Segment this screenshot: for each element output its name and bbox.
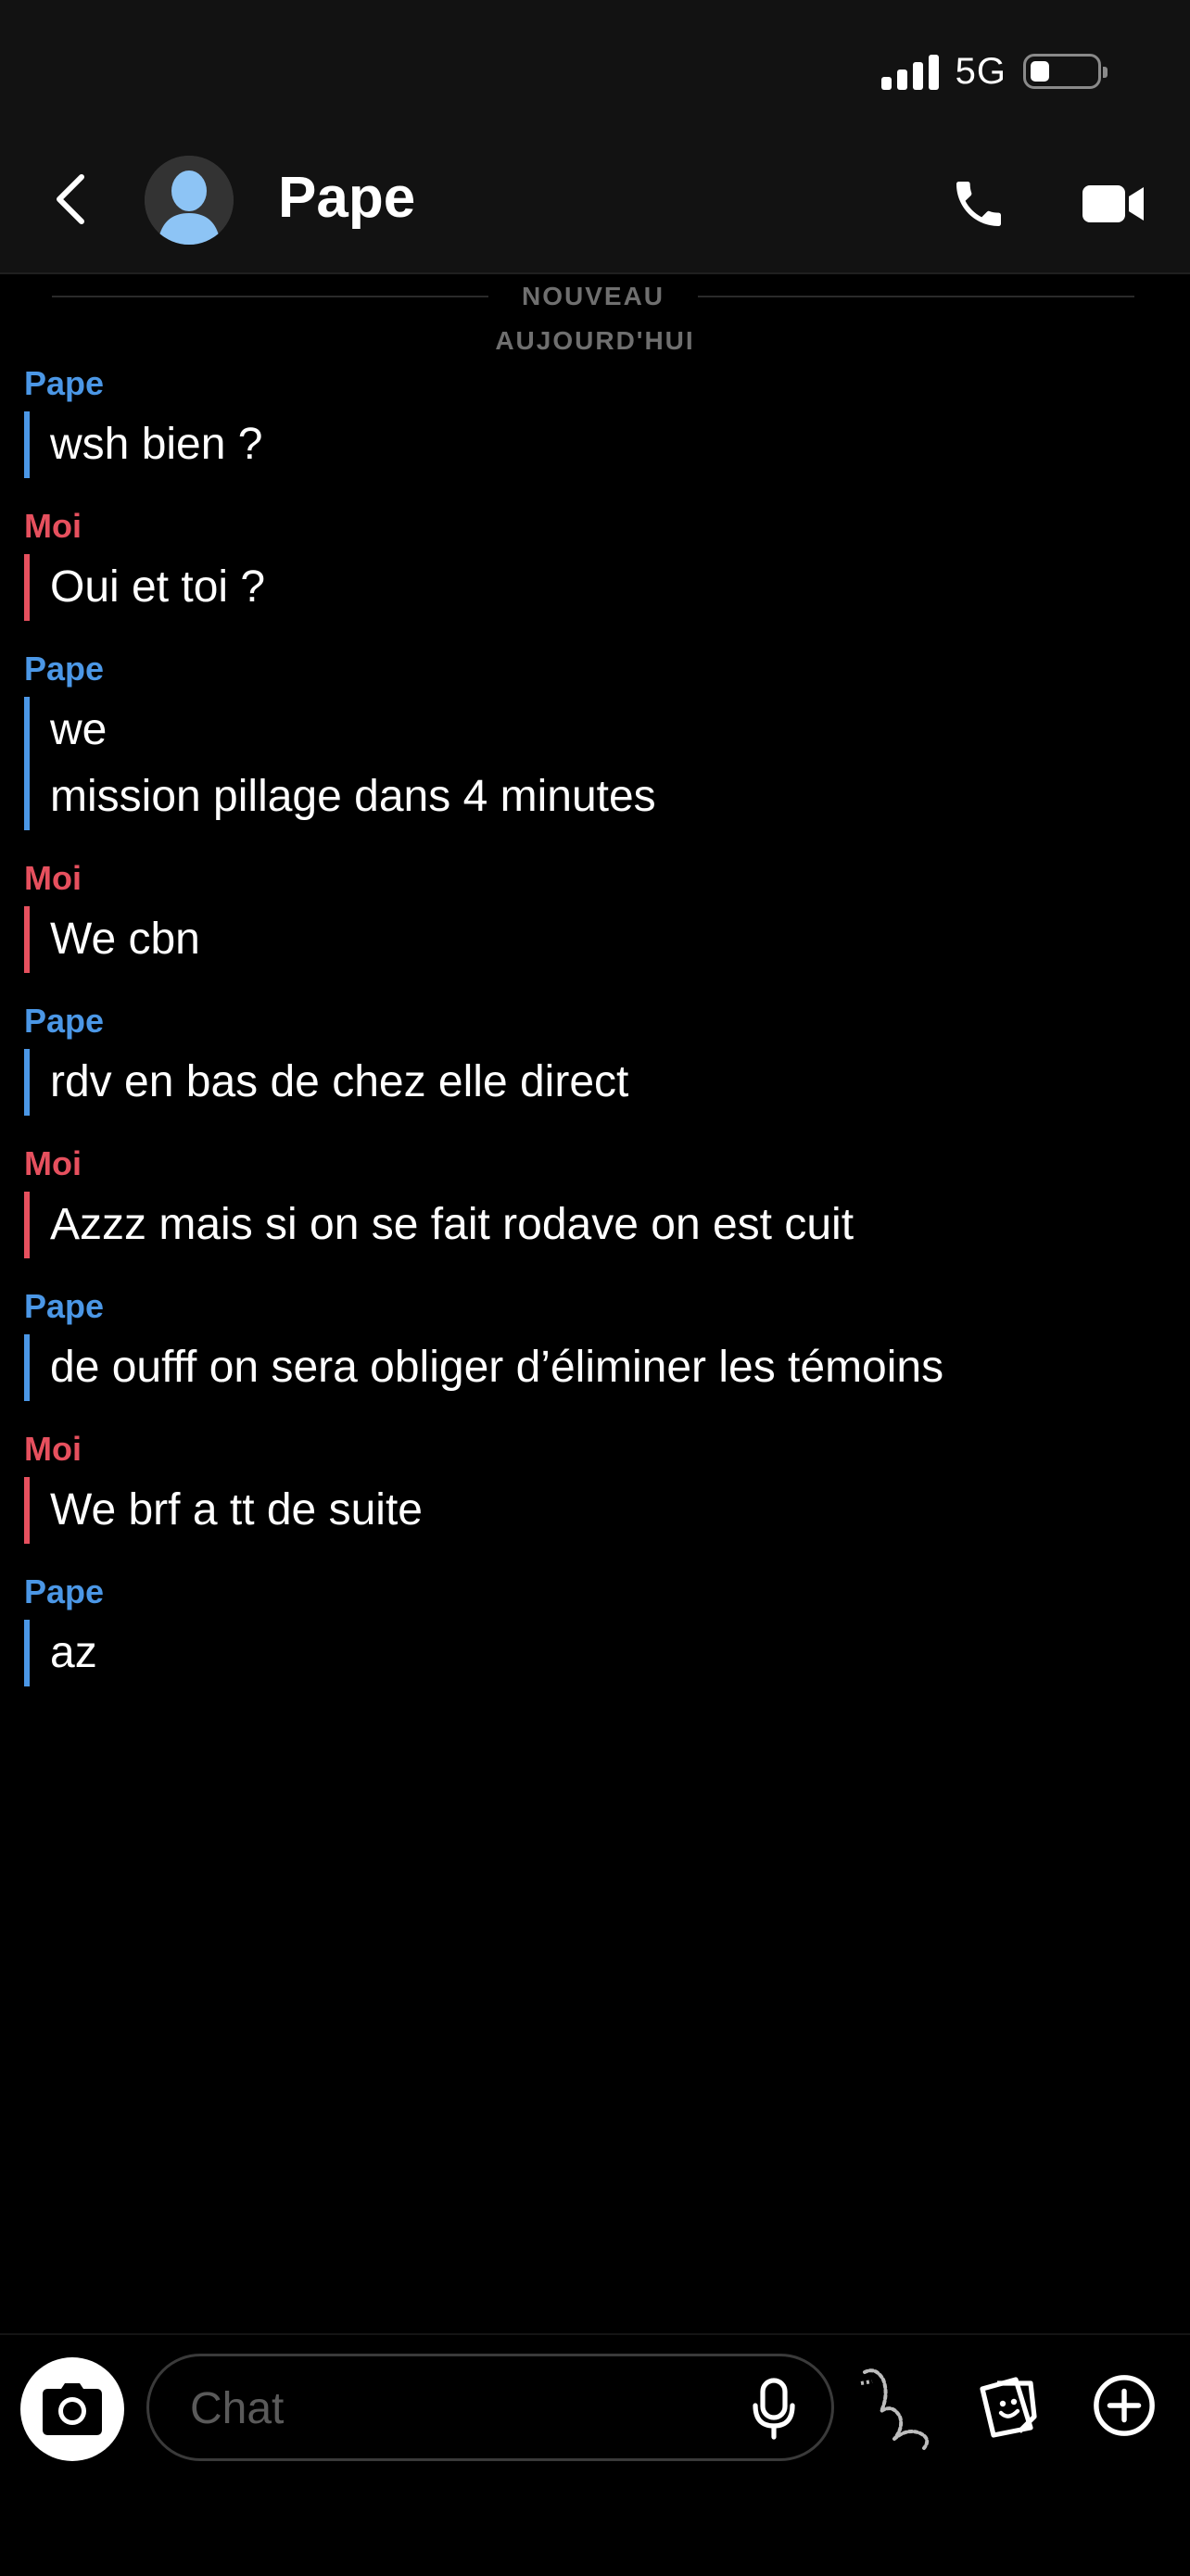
message-text[interactable]: We brf a tt de suite <box>24 1477 1164 1544</box>
message-line: az <box>50 1628 97 1677</box>
message[interactable]: Moi Oui et toi ? <box>24 506 1164 621</box>
sender-name: Moi <box>24 507 82 545</box>
message-line: Oui et toi ? <box>50 562 266 612</box>
divider-line-left <box>52 296 488 297</box>
sender-name: Pape <box>24 1287 105 1325</box>
message-line: wsh bien ? <box>50 420 263 469</box>
composer-bar <box>0 2333 1190 2576</box>
message[interactable]: Pape az <box>24 1572 1164 1686</box>
message-line: Azzz mais si on se fait rodave on est cu… <box>50 1200 855 1249</box>
microphone-button[interactable] <box>744 2377 804 2442</box>
day-separator: AUJOURD'HUI <box>495 326 695 355</box>
message-text[interactable]: rdv en bas de chez elle direct <box>24 1049 1164 1116</box>
phone-icon <box>956 182 1001 226</box>
signal-strength-icon <box>880 53 939 90</box>
chat-header: Pape <box>0 148 1190 250</box>
divider-line-right <box>698 296 1135 297</box>
sender-name: Pape <box>24 364 105 402</box>
back-button[interactable] <box>43 167 98 232</box>
message[interactable]: Pape rdv en bas de chez elle direct <box>24 1001 1164 1116</box>
network-type: 5G <box>955 50 1006 92</box>
message-line: de oufff on sera obliger d’éliminer les … <box>50 1343 944 1392</box>
message[interactable]: Pape we mission pillage dans 4 minutes <box>24 649 1164 830</box>
message[interactable]: Pape wsh bien ? <box>24 363 1164 478</box>
microphone-icon <box>753 2378 795 2440</box>
sender-name: Moi <box>24 859 82 897</box>
bitmoji-button[interactable] <box>851 2361 943 2454</box>
battery-icon <box>1023 54 1108 89</box>
more-options-button[interactable] <box>1084 2363 1164 2448</box>
chat-input[interactable] <box>188 2356 711 2460</box>
camera-icon <box>43 2383 102 2435</box>
message-text[interactable]: Oui et toi ? <box>24 554 1164 621</box>
bitmoji-icon <box>860 2368 930 2450</box>
status-bar: 5G <box>880 48 1108 95</box>
message-list: Pape wsh bien ? Moi Oui et toi ? Pape we… <box>24 363 1164 1714</box>
sticker-button[interactable] <box>969 2363 1047 2448</box>
message-text[interactable]: de oufff on sera obliger d’éliminer les … <box>24 1334 1164 1401</box>
message[interactable]: Moi Azzz mais si on se fait rodave on es… <box>24 1143 1164 1258</box>
plus-circle-icon <box>1094 2375 1155 2436</box>
sender-name: Moi <box>24 1430 82 1468</box>
message[interactable]: Moi We brf a tt de suite <box>24 1429 1164 1544</box>
new-messages-label: NOUVEAU <box>522 282 665 310</box>
message-line: rdv en bas de chez elle direct <box>50 1057 629 1106</box>
top-bar: 5G Pape <box>0 0 1190 274</box>
message-line: We brf a tt de suite <box>50 1485 423 1534</box>
message-line: mission pillage dans 4 minutes <box>50 772 656 821</box>
call-button[interactable] <box>943 169 1014 239</box>
sender-name: Pape <box>24 1002 105 1040</box>
sender-name: Pape <box>24 1572 105 1610</box>
message-text[interactable]: az <box>24 1620 1164 1686</box>
sender-name: Pape <box>24 650 105 688</box>
message-line: We cbn <box>50 915 200 964</box>
message[interactable]: Pape de oufff on sera obliger d’éliminer… <box>24 1286 1164 1401</box>
contact-avatar[interactable] <box>145 156 234 245</box>
message-text[interactable]: Azzz mais si on se fait rodave on est cu… <box>24 1192 1164 1258</box>
message-line: we <box>50 705 108 754</box>
chevron-left-icon <box>57 174 84 224</box>
new-messages-divider: NOUVEAU <box>52 278 1135 315</box>
message[interactable]: Moi We cbn <box>24 858 1164 973</box>
message-text[interactable]: we mission pillage dans 4 minutes <box>24 697 1164 830</box>
sender-name: Moi <box>24 1144 82 1182</box>
chat-input-container[interactable] <box>146 2354 834 2461</box>
message-text[interactable]: wsh bien ? <box>24 411 1164 478</box>
video-camera-icon <box>1082 185 1144 222</box>
sticker-icon <box>980 2377 1037 2438</box>
message-text[interactable]: We cbn <box>24 906 1164 973</box>
camera-button[interactable] <box>20 2357 124 2461</box>
user-silhouette-icon <box>145 156 234 245</box>
contact-name[interactable]: Pape <box>278 165 415 231</box>
video-call-button[interactable] <box>1075 169 1153 239</box>
